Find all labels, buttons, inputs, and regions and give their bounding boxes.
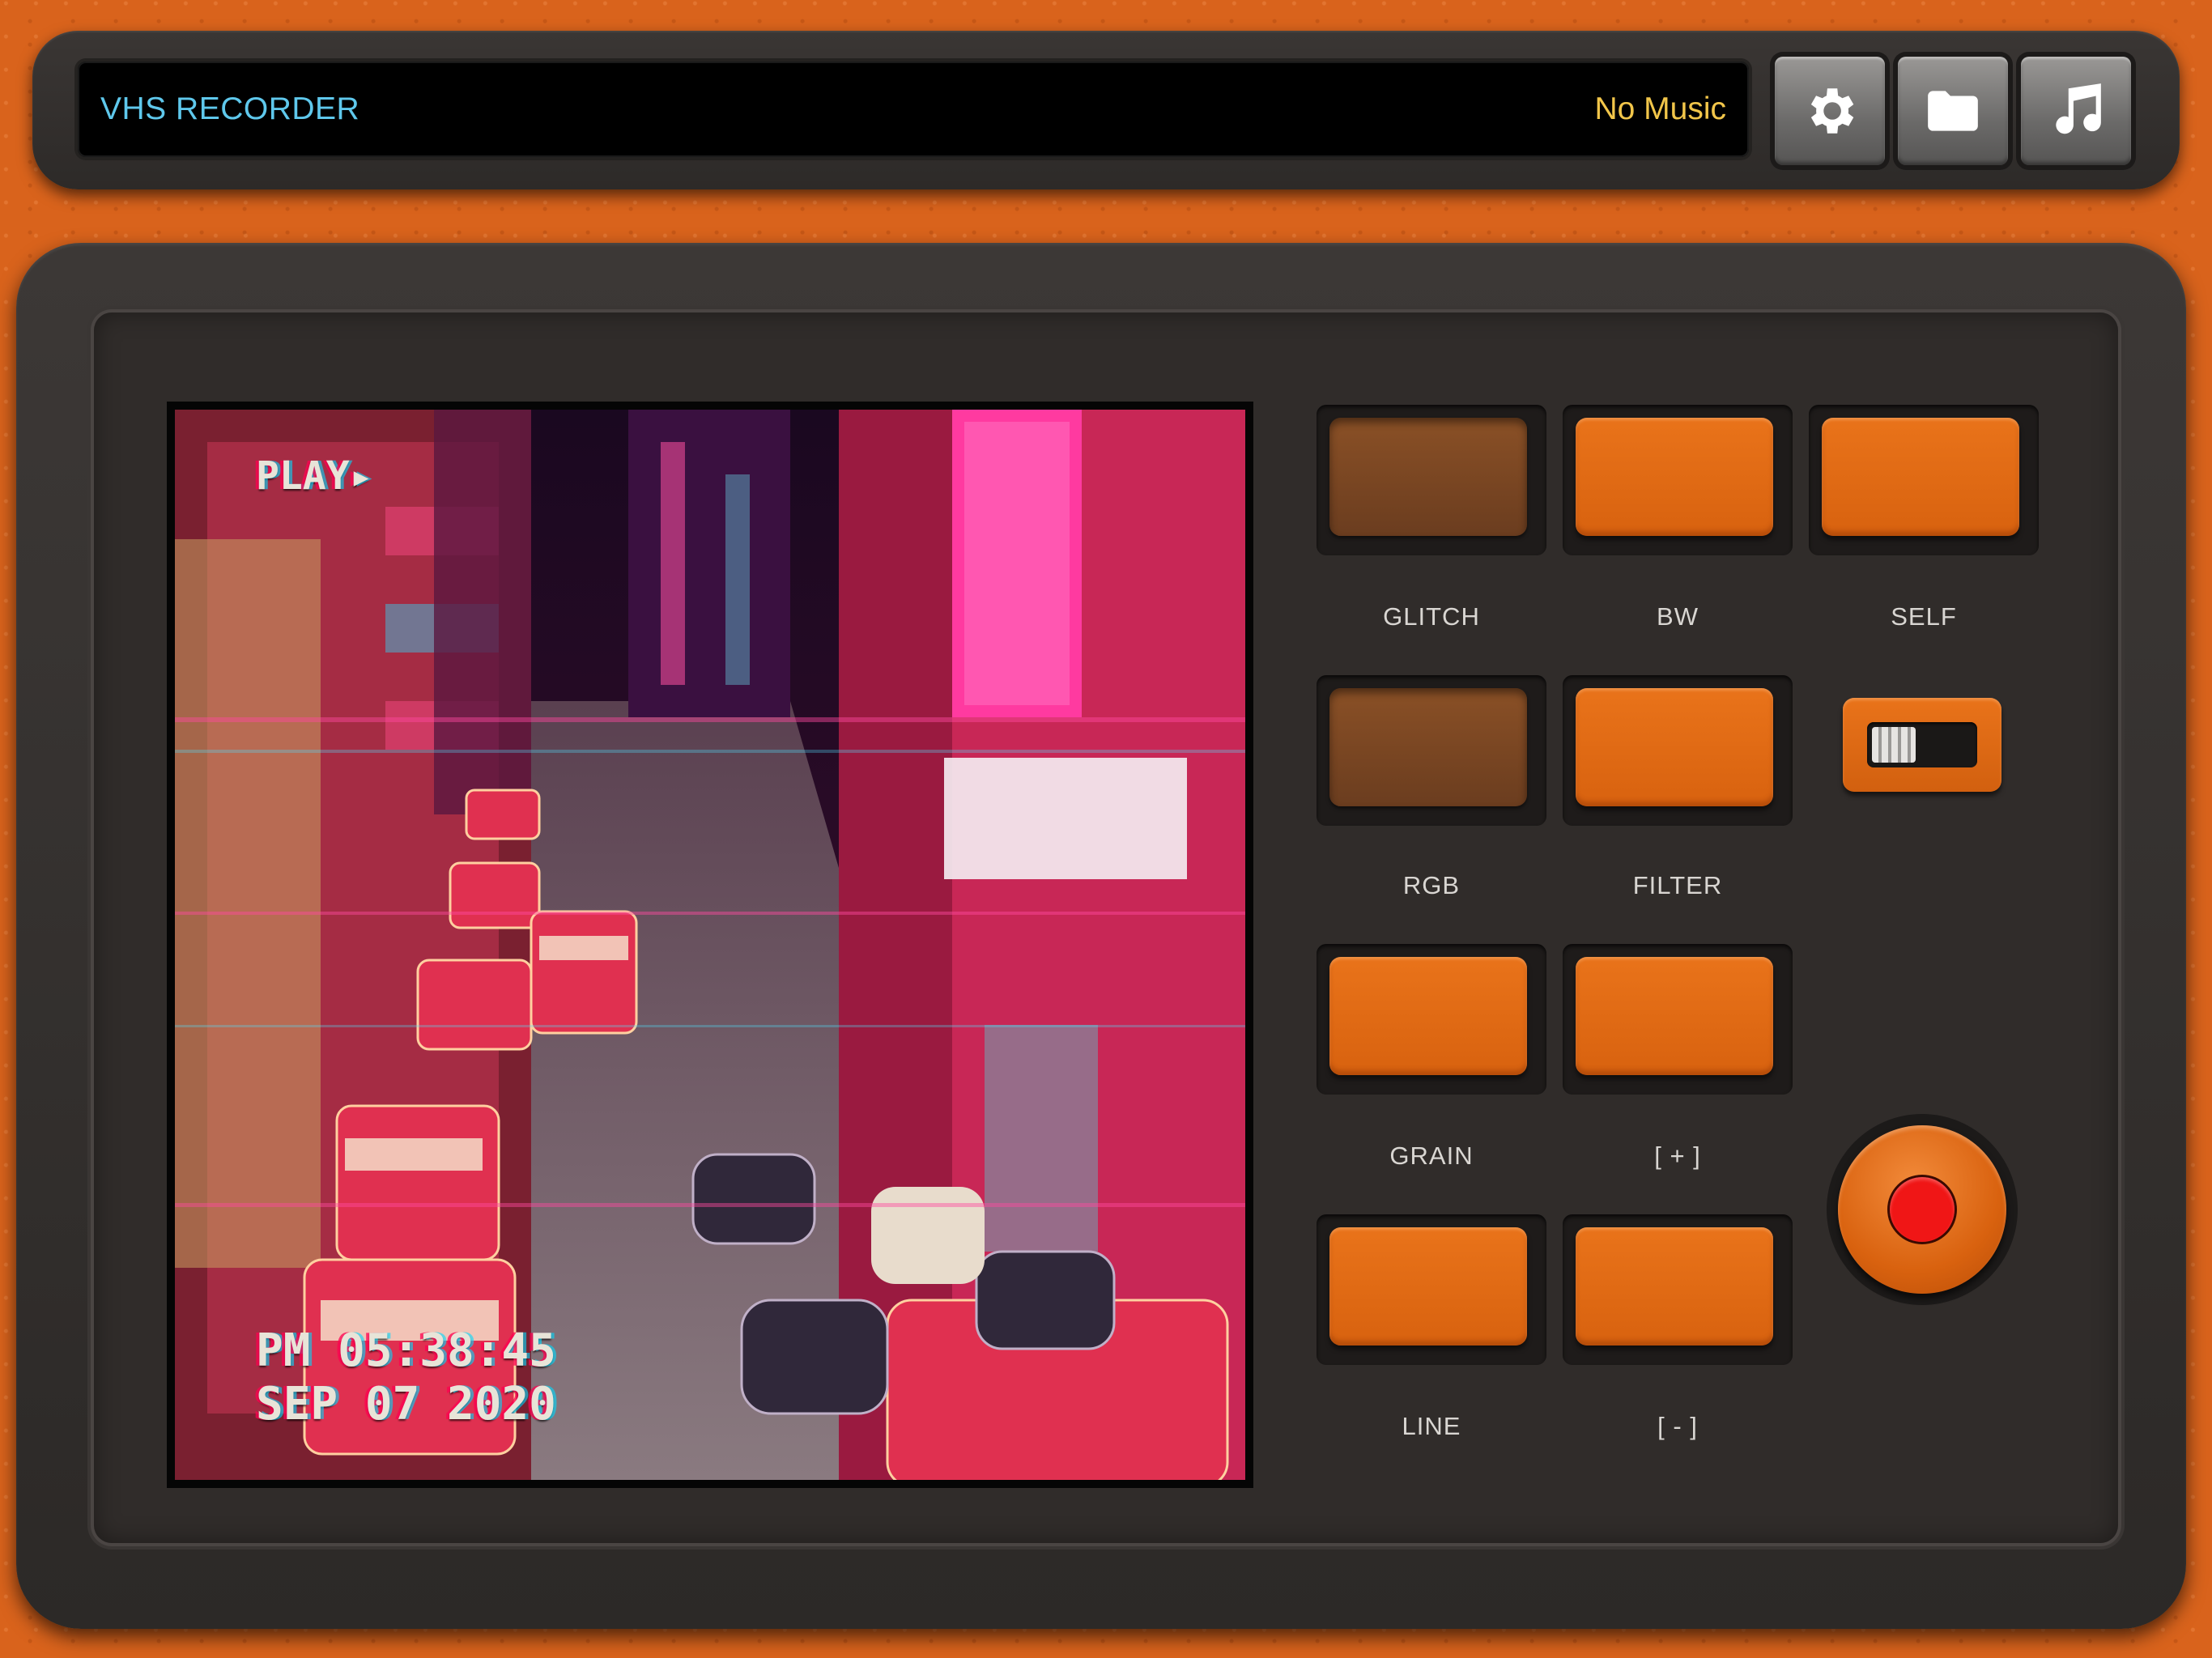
gear-icon — [1810, 88, 1854, 134]
bw-label: BW — [1657, 602, 1699, 631]
record-button[interactable] — [1838, 1125, 2006, 1294]
grain-label: GRAIN — [1389, 1141, 1474, 1170]
self-camera-toggle[interactable] — [1843, 698, 2001, 792]
glitch-button[interactable] — [1329, 418, 1527, 536]
minus-button[interactable] — [1576, 1227, 1773, 1346]
self-label: SELF — [1891, 602, 1957, 631]
music-status[interactable]: No Music — [1594, 62, 1726, 157]
grain-slot — [1317, 944, 1546, 1095]
record-button-housing — [1827, 1114, 2018, 1305]
filter-label: FILTER — [1632, 871, 1723, 899]
osd-date: SEP 07 2020 — [256, 1378, 556, 1431]
filter-button[interactable] — [1576, 688, 1773, 806]
camera-preview[interactable]: PLAY▸ PM 05:38:45 SEP 07 2020 — [167, 402, 1253, 1488]
status-display: VHS RECORDER No Music — [78, 62, 1749, 157]
line-button[interactable] — [1329, 1227, 1527, 1346]
minus-label: [ - ] — [1657, 1412, 1698, 1440]
rgb-label: RGB — [1402, 871, 1461, 899]
folder-icon — [1928, 91, 1978, 131]
self-slot — [1809, 405, 2039, 555]
rgb-slot — [1317, 675, 1546, 826]
bw-slot — [1563, 405, 1793, 555]
glitch-slot — [1317, 405, 1546, 555]
toggle-knob[interactable] — [1872, 727, 1916, 763]
settings-button[interactable] — [1775, 57, 1885, 165]
line-slot — [1317, 1214, 1546, 1365]
record-dot-icon — [1890, 1177, 1955, 1242]
street-scene-image — [175, 410, 1245, 1480]
minus-slot — [1563, 1214, 1793, 1365]
plus-slot — [1563, 944, 1793, 1095]
filter-slot — [1563, 675, 1793, 826]
music-button[interactable] — [2021, 57, 2131, 165]
bw-button[interactable] — [1576, 418, 1773, 536]
app-title: VHS RECORDER — [100, 91, 360, 126]
plus-button[interactable] — [1576, 957, 1773, 1075]
grain-button[interactable] — [1329, 957, 1527, 1075]
folder-button[interactable] — [1898, 57, 2008, 165]
rgb-button[interactable] — [1329, 688, 1527, 806]
osd-play: PLAY▸ — [256, 453, 373, 499]
toggle-track — [1867, 722, 1977, 767]
music-note-icon — [2056, 83, 2101, 134]
glitch-label: GLITCH — [1383, 602, 1480, 631]
self-button[interactable] — [1822, 418, 2019, 536]
line-label: LINE — [1402, 1412, 1461, 1440]
top-bar: VHS RECORDER No Music — [32, 31, 2180, 189]
osd-time: PM 05:38:45 — [256, 1324, 556, 1377]
plus-label: [ + ] — [1654, 1141, 1701, 1170]
